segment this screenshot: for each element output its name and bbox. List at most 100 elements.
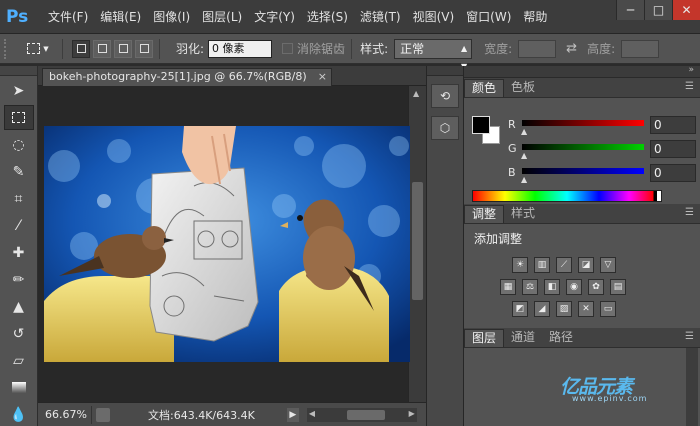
menu-filter[interactable]: 滤镜(T) [360, 8, 401, 25]
tab-swatches[interactable]: 色板 [504, 79, 542, 97]
intersect-selection-button[interactable] [135, 39, 153, 58]
history-brush-tool-icon[interactable]: ↺ [4, 321, 34, 346]
scroll-up-icon[interactable]: ▲ [413, 89, 419, 98]
clone-stamp-tool-icon[interactable]: ▲ [4, 294, 34, 319]
scroll-right-icon[interactable]: ▶ [409, 409, 415, 418]
toolbox-header[interactable] [0, 66, 37, 76]
hscroll-thumb[interactable] [346, 409, 385, 420]
adjustment-row: ▦ ⚖ ◧ ◉ ✿ ▤ [500, 279, 700, 295]
photo-filter-icon[interactable]: ◉ [566, 279, 582, 295]
scroll-thumb[interactable] [412, 182, 423, 300]
menu-select[interactable]: 选择(S) [307, 8, 348, 25]
horizontal-scrollbar[interactable]: ◀ ▶ [306, 407, 417, 422]
foreground-color-swatch[interactable] [472, 116, 490, 134]
marquee-tool-icon[interactable] [3, 105, 34, 130]
exposure-icon[interactable]: ◪ [578, 257, 594, 273]
threshold-icon[interactable]: ▨ [556, 301, 572, 317]
menu-help[interactable]: 帮助 [523, 8, 547, 25]
selective-color-icon[interactable]: ✕ [578, 301, 594, 317]
green-value-input[interactable]: 0 [650, 140, 696, 158]
invert-icon[interactable]: ◩ [512, 301, 528, 317]
curves-icon[interactable]: ⟋ [556, 257, 572, 273]
panel-menu-icon[interactable]: ☰ [685, 331, 694, 342]
slider-handle-icon[interactable]: ▲ [521, 175, 527, 184]
red-slider[interactable]: R ▲ 0 [508, 116, 698, 138]
new-selection-button[interactable] [72, 39, 90, 58]
close-button[interactable]: ✕ [672, 0, 700, 20]
zoom-field[interactable]: 66.67% [42, 405, 92, 424]
vibrance-icon[interactable]: ▽ [600, 257, 616, 273]
gradient-map-icon[interactable]: ▭ [600, 301, 616, 317]
menu-window[interactable]: 窗口(W) [466, 8, 511, 25]
document-tab[interactable]: bokeh-photography-25[1].jpg @ 66.7%(RGB/… [42, 68, 332, 86]
height-input[interactable] [621, 39, 660, 58]
collapse-icon[interactable]: » [688, 65, 694, 75]
tab-layers[interactable]: 图层 [464, 329, 505, 347]
red-value-input[interactable]: 0 [650, 116, 696, 134]
status-menu-arrow[interactable]: ▶ [286, 407, 299, 422]
tab-paths[interactable]: 路径 [542, 329, 580, 347]
anti-alias-label: 消除锯齿 [297, 42, 346, 56]
tab-color[interactable]: 颜色 [464, 79, 505, 97]
menu-view[interactable]: 视图(V) [413, 8, 455, 25]
options-grip[interactable] [4, 38, 10, 59]
vertical-scrollbar[interactable]: ▲ [408, 86, 426, 402]
menu-file[interactable]: 文件(F) [48, 8, 88, 25]
tab-styles[interactable]: 样式 [504, 205, 542, 223]
dock-header[interactable] [427, 66, 463, 76]
3d-cube-icon[interactable]: ⬡ [431, 116, 459, 140]
maximize-button[interactable]: □ [644, 0, 672, 20]
feather-input[interactable]: 0 像素 [208, 39, 273, 58]
color-spectrum-bar[interactable] [472, 190, 662, 202]
menu-type[interactable]: 文字(Y) [254, 8, 295, 25]
tab-channels[interactable]: 通道 [504, 329, 542, 347]
blur-tool-icon[interactable]: 💧 [4, 402, 34, 426]
add-selection-button[interactable] [93, 39, 111, 58]
eyedropper-tool-icon[interactable]: ⁄ [4, 213, 34, 238]
scroll-left-icon[interactable]: ◀ [309, 409, 315, 418]
swap-icon[interactable]: ⇄ [566, 41, 577, 56]
brightness-icon[interactable]: ☀ [512, 257, 528, 273]
width-input[interactable] [518, 39, 557, 58]
blue-value-input[interactable]: 0 [650, 164, 696, 182]
subtract-selection-button[interactable] [114, 39, 132, 58]
black-white-icon[interactable]: ◧ [544, 279, 560, 295]
style-select[interactable]: 正常 ▲▼ [394, 38, 473, 71]
healing-brush-tool-icon[interactable]: ✚ [4, 240, 34, 265]
green-bar[interactable] [522, 144, 644, 150]
quick-select-tool-icon[interactable]: ✎ [4, 159, 34, 184]
levels-icon[interactable]: ▥ [534, 257, 550, 273]
status-icon[interactable] [96, 407, 110, 422]
channel-mixer-icon[interactable]: ✿ [588, 279, 604, 295]
document-tab-strip: bokeh-photography-25[1].jpg @ 66.7%(RGB/… [38, 66, 426, 86]
crop-tool-icon[interactable]: ⌗ [4, 186, 34, 211]
document-image[interactable] [44, 126, 410, 362]
lasso-tool-icon[interactable]: ◌ [4, 132, 34, 157]
posterize-icon[interactable]: ◢ [534, 301, 550, 317]
slider-handle-icon[interactable]: ▲ [521, 127, 527, 136]
panel-menu-icon[interactable]: ☰ [685, 81, 694, 92]
eraser-tool-icon[interactable]: ▱ [4, 348, 34, 373]
tab-adjustments[interactable]: 调整 [464, 205, 505, 223]
menu-image[interactable]: 图像(I) [153, 8, 190, 25]
hue-saturation-icon[interactable]: ▦ [500, 279, 516, 295]
blue-bar[interactable] [522, 168, 644, 174]
layers-scrollbar[interactable] [686, 348, 698, 426]
color-lookup-icon[interactable]: ▤ [610, 279, 626, 295]
panel-menu-icon[interactable]: ☰ [685, 207, 694, 218]
slider-handle-icon[interactable]: ▲ [521, 151, 527, 160]
history-icon[interactable]: ⟲ [431, 84, 459, 108]
blue-slider[interactable]: B ▲ 0 [508, 164, 698, 186]
close-tab-icon[interactable]: × [318, 69, 327, 85]
color-balance-icon[interactable]: ⚖ [522, 279, 538, 295]
minimize-button[interactable]: ─ [616, 0, 644, 20]
anti-alias-checkbox[interactable] [282, 43, 294, 54]
red-bar[interactable] [522, 120, 644, 126]
move-tool-icon[interactable]: ➤ [4, 78, 34, 103]
gradient-tool-icon[interactable] [4, 375, 34, 400]
green-slider[interactable]: G ▲ 0 [508, 140, 698, 162]
menu-layer[interactable]: 图层(L) [202, 8, 242, 25]
tool-preset-picker[interactable]: ▼ [20, 38, 56, 60]
menu-edit[interactable]: 编辑(E) [100, 8, 141, 25]
brush-tool-icon[interactable]: ✏ [4, 267, 34, 292]
